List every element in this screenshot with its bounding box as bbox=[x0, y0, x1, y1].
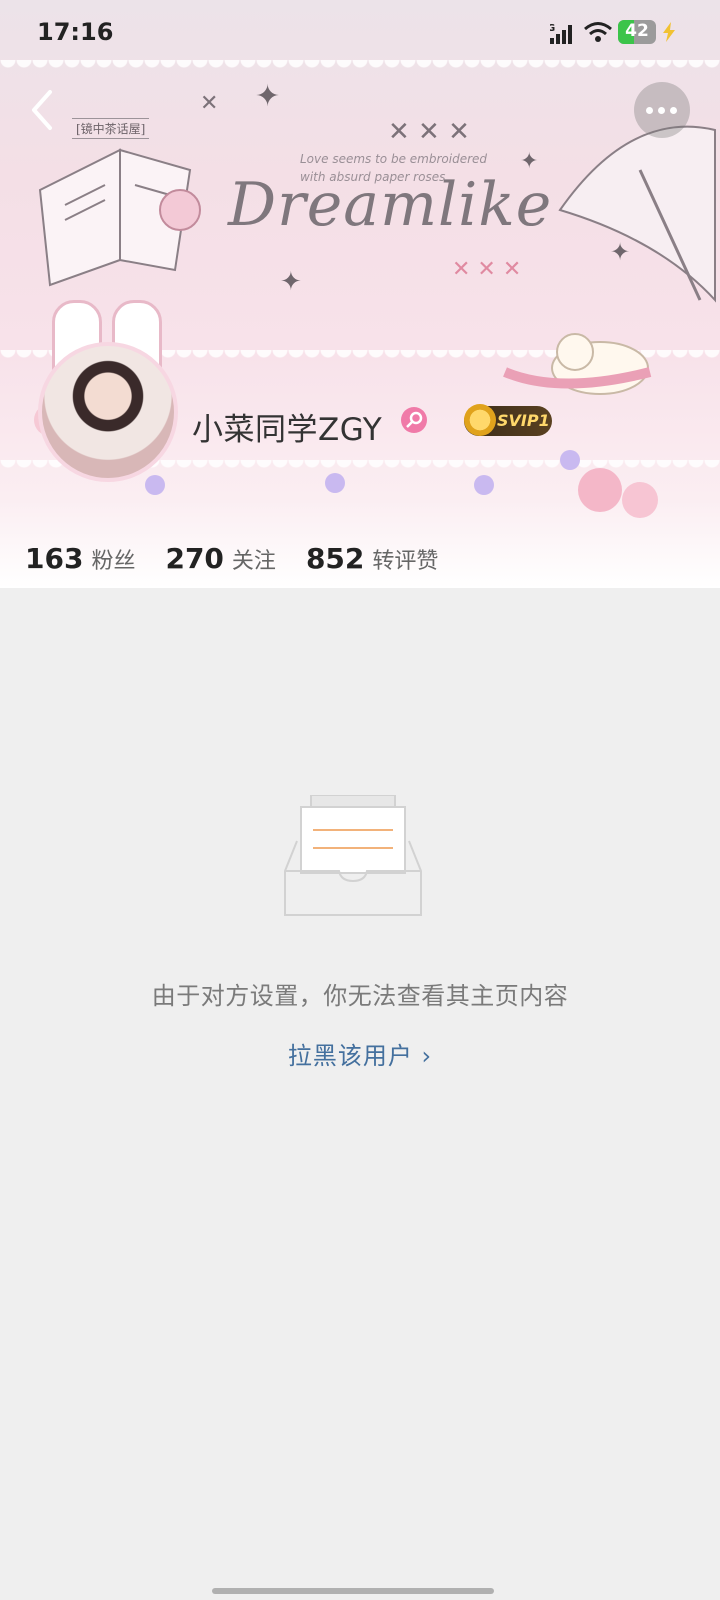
battery-indicator: 42 bbox=[618, 20, 656, 44]
block-user-link[interactable]: 拉黑该用户 › bbox=[0, 1036, 720, 1071]
home-indicator[interactable] bbox=[212, 1588, 494, 1594]
stat-fans[interactable]: 163 粉丝 bbox=[25, 542, 135, 575]
wifi-icon bbox=[584, 22, 612, 42]
cellular-signal-icon: 5G bbox=[550, 23, 572, 44]
svg-text:✦: ✦ bbox=[280, 267, 302, 297]
svg-text:✦: ✦ bbox=[255, 79, 280, 114]
svg-text:✕ ✕ ✕: ✕ ✕ ✕ bbox=[452, 257, 521, 282]
svip-badge[interactable]: SVIP1 bbox=[464, 404, 552, 436]
privacy-message: 由于对方设置，你无法查看其主页内容 bbox=[151, 982, 569, 1010]
stat-number: 270 bbox=[165, 542, 224, 575]
svip-label: SVIP1 bbox=[497, 411, 550, 430]
svg-text:✦: ✦ bbox=[520, 149, 538, 174]
stat-following[interactable]: 270 关注 bbox=[165, 542, 275, 575]
stat-label: 关注 bbox=[231, 549, 276, 574]
profile-stats: 163 粉丝 270 关注 852 转评赞 bbox=[25, 542, 468, 578]
charging-bolt-icon bbox=[663, 22, 675, 42]
crown-icon bbox=[464, 404, 496, 436]
avatar[interactable] bbox=[38, 342, 178, 482]
svg-text:✕: ✕ bbox=[200, 91, 218, 116]
cover-artwork: ✕ ✕ ✕ ✕ ✕ ✕ ✕ ✦ ✦ ✦ ✦ bbox=[34, 79, 716, 518]
svg-text:✕ ✕ ✕: ✕ ✕ ✕ bbox=[388, 117, 470, 147]
empty-inbox-icon bbox=[284, 795, 422, 916]
female-gender-icon bbox=[401, 407, 427, 433]
stat-label: 粉丝 bbox=[91, 549, 136, 574]
network-type: 5G bbox=[550, 23, 555, 34]
status-time: 17:16 bbox=[37, 18, 114, 46]
username: 小菜同学ZGY bbox=[192, 412, 383, 448]
more-dot bbox=[658, 107, 665, 114]
battery-level: 42 bbox=[625, 21, 649, 41]
svg-text:✦: ✦ bbox=[610, 238, 630, 266]
more-dot bbox=[670, 107, 677, 114]
back-chevron-icon[interactable] bbox=[24, 88, 64, 132]
profile-cover: [镜中茶话屋] Love seems to be embroidered wit… bbox=[0, 0, 720, 588]
stat-label: 转评赞 bbox=[372, 549, 439, 574]
stat-interactions[interactable]: 852 转评赞 bbox=[306, 542, 438, 575]
stat-number: 163 bbox=[25, 542, 84, 575]
more-dot bbox=[646, 107, 653, 114]
stat-number: 852 bbox=[305, 542, 365, 575]
more-options-button[interactable] bbox=[634, 82, 690, 138]
status-bar: 17:16 5G 42 bbox=[0, 0, 720, 64]
avatar-frame bbox=[22, 300, 202, 490]
